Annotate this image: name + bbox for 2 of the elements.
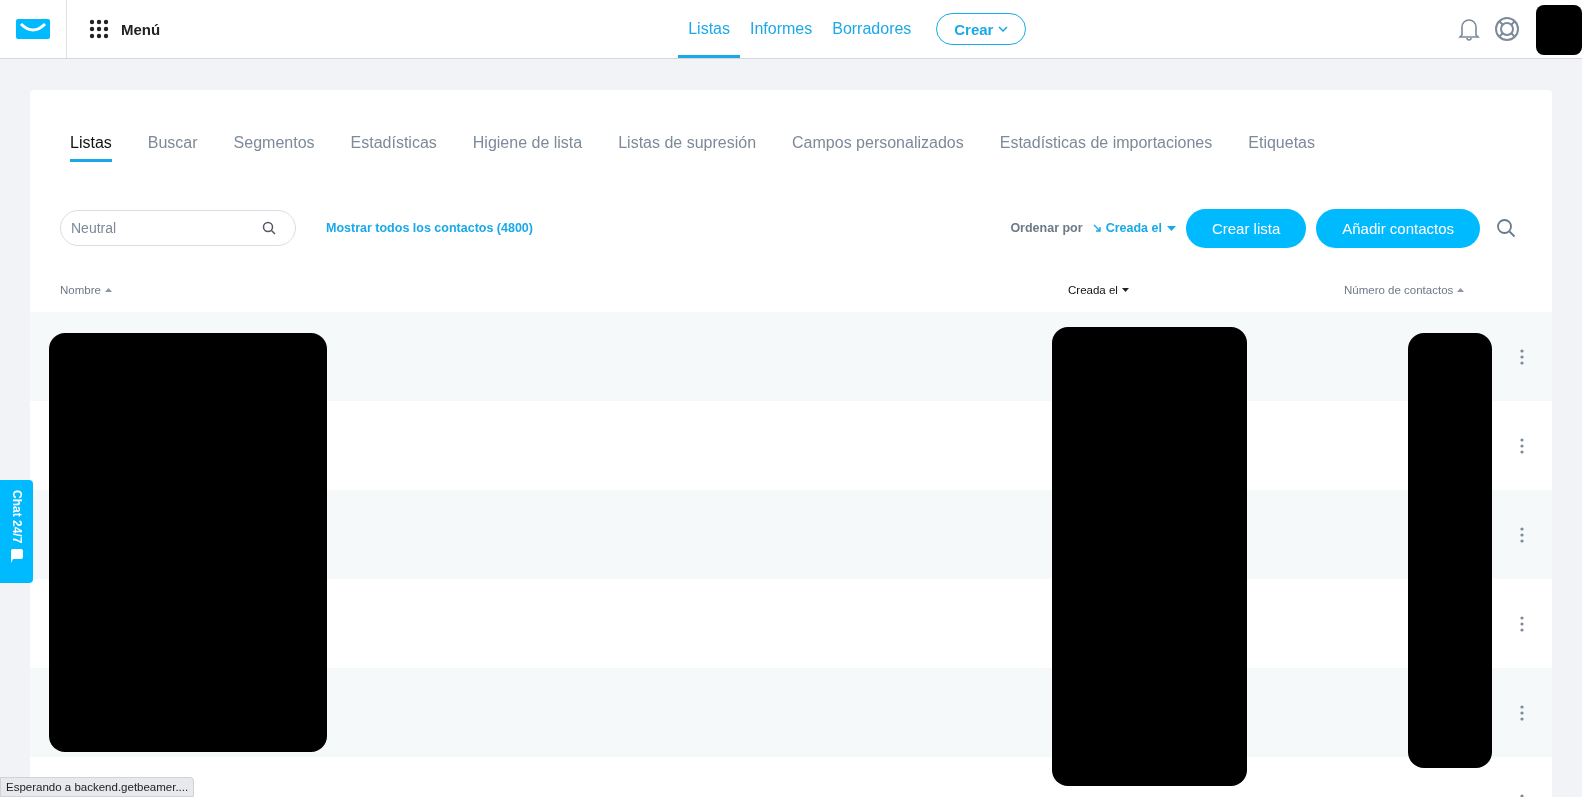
status-bar: Esperando a backend.getbeamer....: [0, 777, 195, 797]
sort-label: Ordenar por: [1010, 221, 1083, 235]
